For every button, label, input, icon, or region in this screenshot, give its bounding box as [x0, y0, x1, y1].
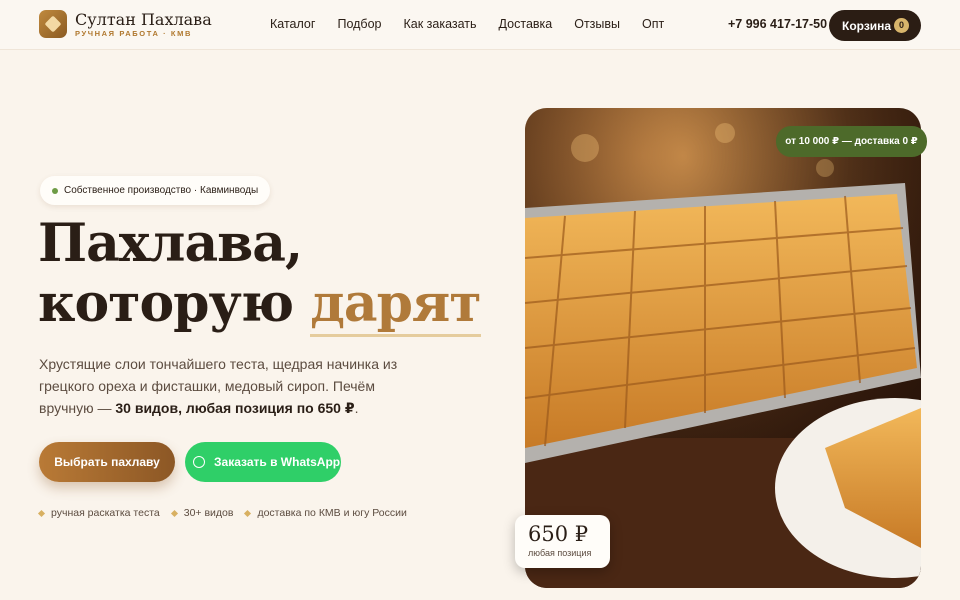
logo-diamond-icon [39, 10, 67, 38]
whatsapp-button-label: Заказать в WhatsApp [214, 455, 341, 469]
brand-subtitle: РУЧНАЯ РАБОТА · КМВ [75, 28, 192, 38]
feature-list: ручная раскатка теста 30+ видов доставка… [37, 507, 419, 519]
nav-selection[interactable]: Подбор [337, 17, 381, 31]
headline-accent: дарят [310, 273, 482, 337]
green-dot-icon [52, 188, 58, 194]
price-value: 650 ₽ [528, 522, 589, 546]
whatsapp-order-button[interactable]: Заказать в WhatsApp [185, 442, 341, 482]
free-delivery-badge: от 10 000 ₽ — доставка 0 ₽ [776, 126, 927, 157]
feature-item: доставка по КМВ и югу России [244, 507, 407, 519]
phone-link[interactable]: +7 996 417-17-50 [728, 17, 827, 31]
feature-text: ручная раскатка теста [51, 507, 160, 519]
cart-count-badge: 0 [894, 18, 909, 33]
feature-item: 30+ видов [170, 507, 234, 519]
hero-headline: Пахлава, которую дарят [38, 213, 482, 337]
price-label: любая позиция [528, 548, 592, 558]
nav-catalog[interactable]: Каталог [270, 17, 315, 31]
brand-logo[interactable]: Султан Пахлава РУЧНАЯ РАБОТА · КМВ [39, 10, 212, 38]
diamond-bullet-icon [170, 509, 178, 517]
choose-baklava-button[interactable]: Выбрать пахлаву [39, 442, 175, 482]
nav-wholesale[interactable]: Опт [642, 17, 664, 31]
feature-text: доставка по КМВ и югу России [257, 507, 407, 519]
headline-line2: которую [38, 273, 311, 334]
hero-lead: Хрустящие слои тончайшего теста, щедрая … [39, 353, 429, 419]
lead-bold: 30 видов, любая позиция по 650 ₽ [115, 400, 355, 416]
lead-end: . [354, 400, 359, 416]
cart-label: Корзина [842, 18, 892, 33]
feature-item: ручная раскатка теста [37, 507, 160, 519]
nav-reviews[interactable]: Отзывы [574, 17, 620, 31]
site-header: Султан Пахлава РУЧНАЯ РАБОТА · КМВ Катал… [0, 0, 960, 50]
main-nav: Каталог Подбор Как заказать Доставка Отз… [270, 17, 686, 31]
production-badge: Собственное производство · Кавминводы [40, 176, 271, 205]
badge-text: Собственное производство · Кавминводы [64, 185, 259, 196]
nav-how-to-order[interactable]: Как заказать [403, 17, 476, 31]
brand-title: Султан Пахлава [75, 9, 212, 29]
feature-text: 30+ видов [183, 507, 234, 519]
cart-button[interactable]: Корзина 0 [829, 10, 921, 41]
headline-line1: Пахлава, [38, 213, 303, 274]
price-card: 650 ₽ любая позиция [515, 515, 610, 568]
brand-text: Султан Пахлава РУЧНАЯ РАБОТА · КМВ [75, 11, 212, 38]
diamond-bullet-icon [244, 509, 252, 517]
whatsapp-icon [193, 456, 205, 468]
nav-delivery[interactable]: Доставка [499, 17, 553, 31]
diamond-bullet-icon [37, 509, 46, 517]
